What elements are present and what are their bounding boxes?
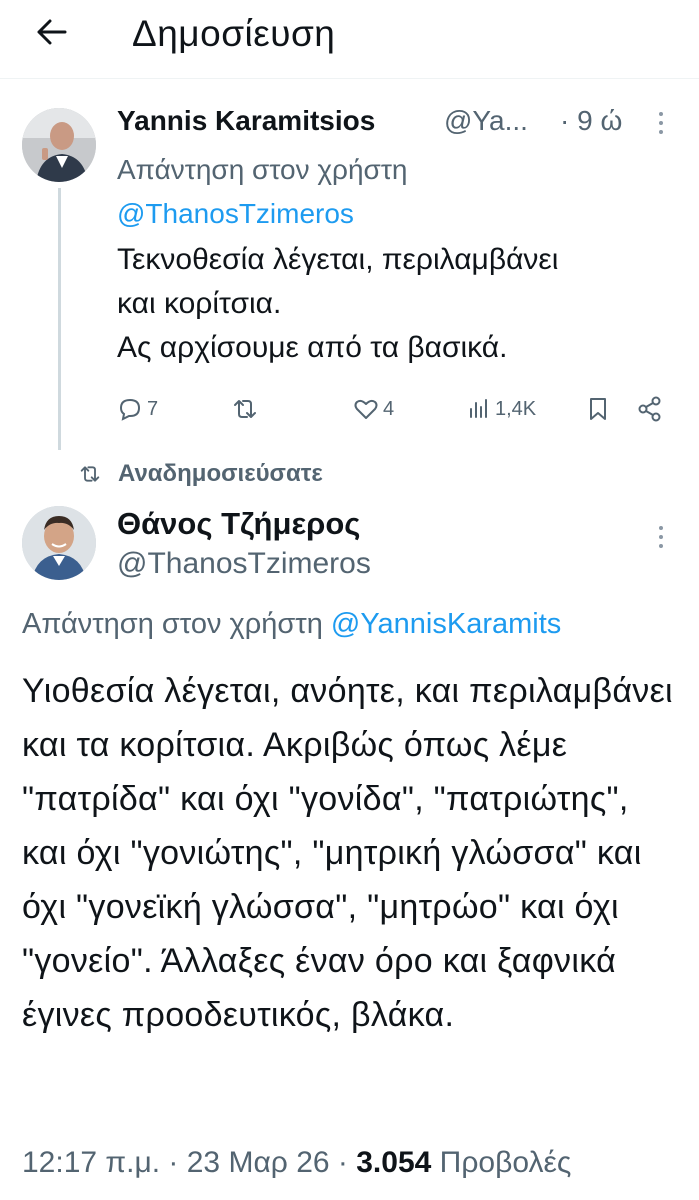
views-count: 1,4K <box>495 397 537 420</box>
more-dot-icon <box>659 535 663 539</box>
avatar-yannis[interactable] <box>22 108 96 182</box>
reply-count: 7 <box>147 397 159 420</box>
mention-link[interactable]: @YannisKaramits <box>331 608 561 640</box>
tweet-date[interactable]: 23 Μαρ 26 <box>187 1146 330 1179</box>
replying-prefix: Απάντηση στον χρήστη <box>117 154 408 185</box>
replying-to: Απάντηση στον χρήστη @ThanosTzimeros <box>117 148 637 236</box>
more-dot-icon <box>659 130 663 134</box>
more-dot-icon <box>659 544 663 548</box>
more-dot-icon <box>659 526 663 530</box>
avatar-photo <box>22 506 96 580</box>
retweet-icon <box>234 400 256 418</box>
bookmark-button[interactable] <box>587 392 609 426</box>
top-bar: Δημοσίευση <box>0 0 699 79</box>
views-count: 3.054 <box>356 1146 432 1179</box>
reply-button[interactable]: 7 <box>117 392 158 426</box>
separator: · <box>168 1146 179 1179</box>
heart-icon <box>354 399 378 419</box>
reply-icon <box>119 398 141 421</box>
avatar-thanos[interactable] <box>22 506 96 580</box>
share-button[interactable] <box>637 392 663 426</box>
tweet-time[interactable]: · 9 ώ <box>560 103 622 139</box>
back-button[interactable] <box>32 12 72 52</box>
bookmark-icon <box>590 398 606 420</box>
retweet-button[interactable] <box>231 392 263 426</box>
tweet-text: Υιοθεσία λέγεται, ανόητε, και περιλαμβάν… <box>22 672 673 1034</box>
author-name[interactable]: Yannis Karamitsios <box>117 103 375 139</box>
like-count: 4 <box>383 397 395 420</box>
more-dot-icon <box>659 112 663 116</box>
arrow-left-icon <box>37 19 67 45</box>
retweeted-label: Αναδημοσιεύσατε <box>118 460 323 487</box>
mention-link[interactable]: @ThanosTzimeros <box>117 198 354 229</box>
more-dot-icon <box>659 121 663 125</box>
tweet-time[interactable]: 12:17 π.μ. <box>22 1146 160 1179</box>
tweet-metadata: 12:17 π.μ. · 23 Μαρ 26 · 3.054 Προβολές <box>22 1141 699 1185</box>
retweeted-indicator: Αναδημοσιεύσατε <box>78 458 323 490</box>
replying-prefix: Απάντηση στον χρήστη <box>22 608 323 640</box>
views-button[interactable]: 1,4K <box>467 392 536 426</box>
like-button[interactable]: 4 <box>353 392 394 426</box>
more-options-button[interactable] <box>654 112 668 134</box>
replying-to: Απάντηση στον χρήστη @YannisKaramits <box>22 604 699 644</box>
more-options-button[interactable] <box>654 526 668 548</box>
analytics-icon <box>470 399 487 418</box>
views-label: Προβολές <box>439 1146 572 1179</box>
author-name[interactable]: Θάνος Τζήμερος <box>117 504 360 544</box>
retweet-icon <box>80 466 100 482</box>
author-handle[interactable]: @Ya... <box>444 103 528 139</box>
author-handle[interactable]: @ThanosTzimeros <box>117 544 371 584</box>
tweet-text: Τεκνοθεσία λέγεται, περιλαμβάνει και κορ… <box>117 243 559 364</box>
tweet-actions: 7 4 1,4K <box>117 392 677 426</box>
avatar-photo <box>22 108 96 182</box>
page-title: Δημοσίευση <box>132 13 336 54</box>
share-icon <box>638 396 661 422</box>
thread-line <box>58 188 61 450</box>
separator: · <box>337 1146 348 1179</box>
